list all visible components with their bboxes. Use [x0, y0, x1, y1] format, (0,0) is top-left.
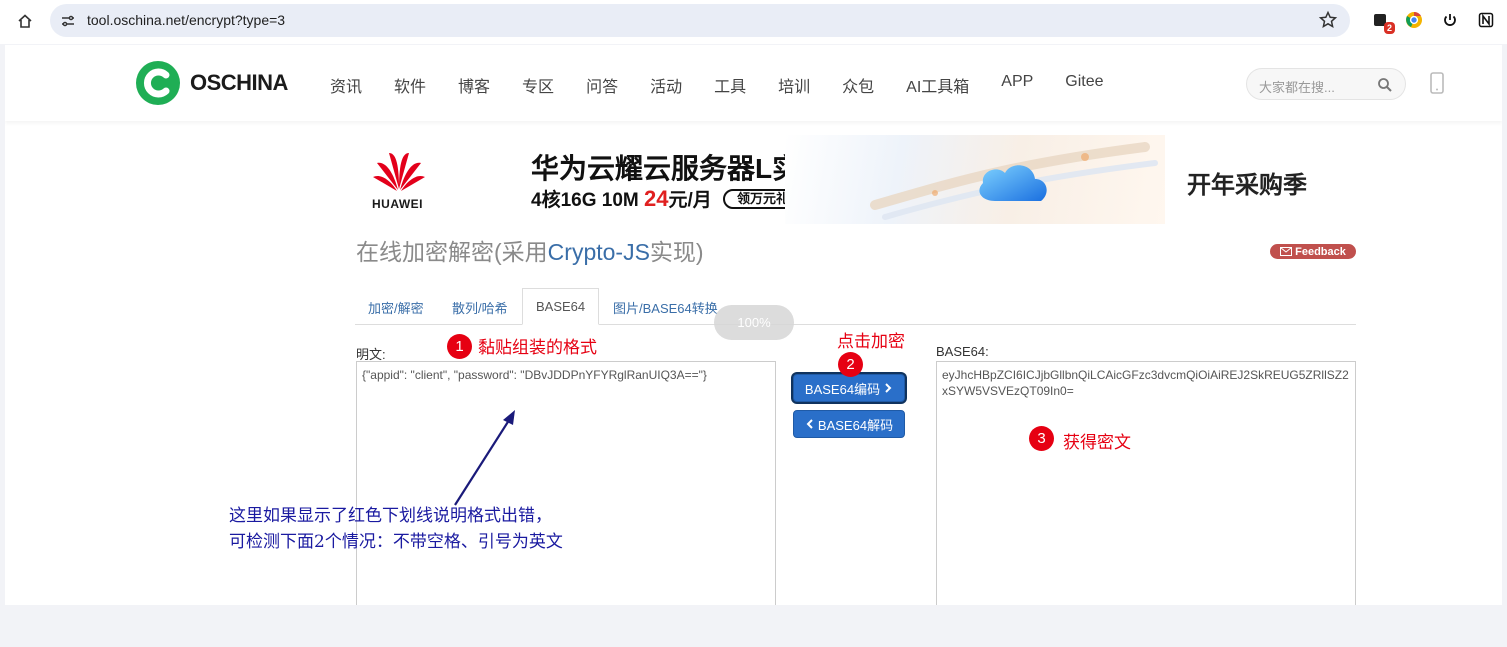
nav-item-events[interactable]: 活动 [650, 73, 682, 97]
nav-item-software[interactable]: 软件 [394, 73, 426, 97]
step1-badge: 1 [447, 334, 472, 359]
nav-item-blog[interactable]: 博客 [458, 73, 490, 97]
step2-text: 点击加密 [837, 332, 905, 352]
nav-item-app[interactable]: APP [1001, 73, 1033, 97]
banner-price-unit: 元/月 [668, 190, 712, 211]
step3-badge: 3 [1029, 426, 1054, 451]
chrome-extension-icon[interactable] [1404, 10, 1424, 30]
oschina-logo[interactable]: OSCHINA [136, 61, 288, 105]
site-info-icon[interactable] [60, 13, 76, 29]
banner-subtitle: 4核16G 10M 24元/月 领万元礼包 [531, 185, 817, 212]
nav-item-news[interactable]: 资讯 [330, 73, 362, 97]
decode-label: BASE64解码 [817, 417, 894, 433]
mail-icon [1280, 247, 1293, 256]
banner-cloud-illustration [785, 135, 1165, 224]
ad-banner[interactable]: HUAWEI 华为云耀云服务器L实例 4核16G 10M 24元/月 领万元礼包 [355, 135, 1355, 224]
step2-badge: 2 [838, 352, 863, 377]
note-line-2: 可检测下面2个情况：不带空格、引号为英文 [229, 532, 563, 552]
browser-toolbar: tool.oschina.net/encrypt?type=3 2 [0, 0, 1507, 44]
oschina-logo-icon [136, 61, 180, 105]
plaintext-textarea[interactable]: {"appid": "client", "password": "DBvJDDP… [356, 361, 776, 605]
nav-item-zone[interactable]: 专区 [522, 73, 554, 97]
title-cryptojs[interactable]: Crypto-JS [548, 239, 650, 265]
bookmark-star-icon[interactable] [1318, 10, 1338, 30]
page-title: 在线加密解密(采用Crypto-JS实现) [356, 233, 704, 267]
huawei-brand-text: HUAWEI [372, 197, 423, 211]
annotation-arrow-icon [454, 410, 515, 506]
nav-item-training[interactable]: 培训 [778, 73, 810, 97]
banner-campaign-text: 开年采购季 [1187, 172, 1307, 199]
base64-label: BASE64: [936, 344, 989, 359]
site-search-box[interactable]: 大家都在搜... [1246, 68, 1406, 100]
nav-item-qa[interactable]: 问答 [586, 73, 618, 97]
feedback-button[interactable]: Feedback [1270, 244, 1356, 259]
tab-encrypt-decrypt[interactable]: 加密/解密 [368, 298, 424, 317]
tab-hash[interactable]: 散列/哈希 [452, 298, 508, 317]
loading-progress-indicator: 100% [714, 305, 794, 340]
banner-price: 24 [644, 186, 669, 211]
site-header: OSCHINA 资讯 软件 博客 专区 问答 活动 工具 培训 众包 AI工具箱… [5, 45, 1502, 121]
extension-tabs-icon[interactable]: 2 [1370, 10, 1395, 34]
mobile-phone-icon[interactable] [1430, 72, 1444, 94]
banner-title: 华为云耀云服务器L实例 [531, 153, 829, 184]
address-bar[interactable]: tool.oschina.net/encrypt?type=3 [50, 4, 1350, 37]
base64-encode-button[interactable]: BASE64编码 [793, 374, 905, 402]
nav-item-tools[interactable]: 工具 [714, 73, 746, 97]
huawei-logo-icon [371, 149, 427, 200]
encode-label: BASE64编码 [804, 381, 881, 397]
url-text: tool.oschina.net/encrypt?type=3 [87, 12, 286, 28]
chevron-right-icon [885, 383, 892, 393]
main-nav: 资讯 软件 博客 专区 问答 活动 工具 培训 众包 AI工具箱 APP Git… [330, 73, 1136, 97]
logo-text: OSCHINA [190, 70, 288, 95]
step1-text: 黏贴组装的格式 [478, 338, 597, 358]
extension-badge: 2 [1383, 22, 1395, 34]
power-icon[interactable] [1440, 10, 1460, 30]
feedback-label: Feedback [1295, 245, 1346, 258]
search-icon[interactable] [1377, 77, 1393, 93]
banner-spec: 4核16G 10M [531, 190, 644, 211]
format-error-note: 这里如果显示了红色下划线说明格式出错， 可检测下面2个情况：不带空格、引号为英文 [229, 503, 563, 555]
step3-text: 获得密文 [1063, 433, 1131, 453]
nav-item-gitee[interactable]: Gitee [1065, 73, 1103, 97]
title-suffix: 实现) [649, 239, 704, 265]
search-placeholder: 大家都在搜... [1259, 80, 1335, 95]
nav-item-ai-toolbox[interactable]: AI工具箱 [906, 73, 969, 97]
base64-decode-button[interactable]: BASE64解码 [793, 410, 905, 438]
tab-base64[interactable]: BASE64 [522, 288, 600, 325]
base64-output-textarea[interactable]: eyJhcHBpZCI6ICJjbGllbnQiLCAicGFzc3dvcmQi… [936, 361, 1356, 605]
tab-image-base64[interactable]: 图片/BASE64转换 [613, 298, 718, 317]
page-content: OSCHINA 资讯 软件 博客 专区 问答 活动 工具 培训 众包 AI工具箱… [5, 45, 1502, 605]
home-icon[interactable] [14, 10, 36, 32]
notion-extension-icon[interactable] [1476, 10, 1496, 30]
nav-item-crowdsourcing[interactable]: 众包 [842, 73, 874, 97]
tool-tabs: 加密/解密 散列/哈希 BASE64 图片/BASE64转换 [355, 288, 1356, 325]
note-line-1: 这里如果显示了红色下划线说明格式出错， [229, 506, 552, 526]
title-prefix: 在线加密解密(采用 [356, 239, 548, 265]
chevron-left-icon [806, 419, 813, 429]
